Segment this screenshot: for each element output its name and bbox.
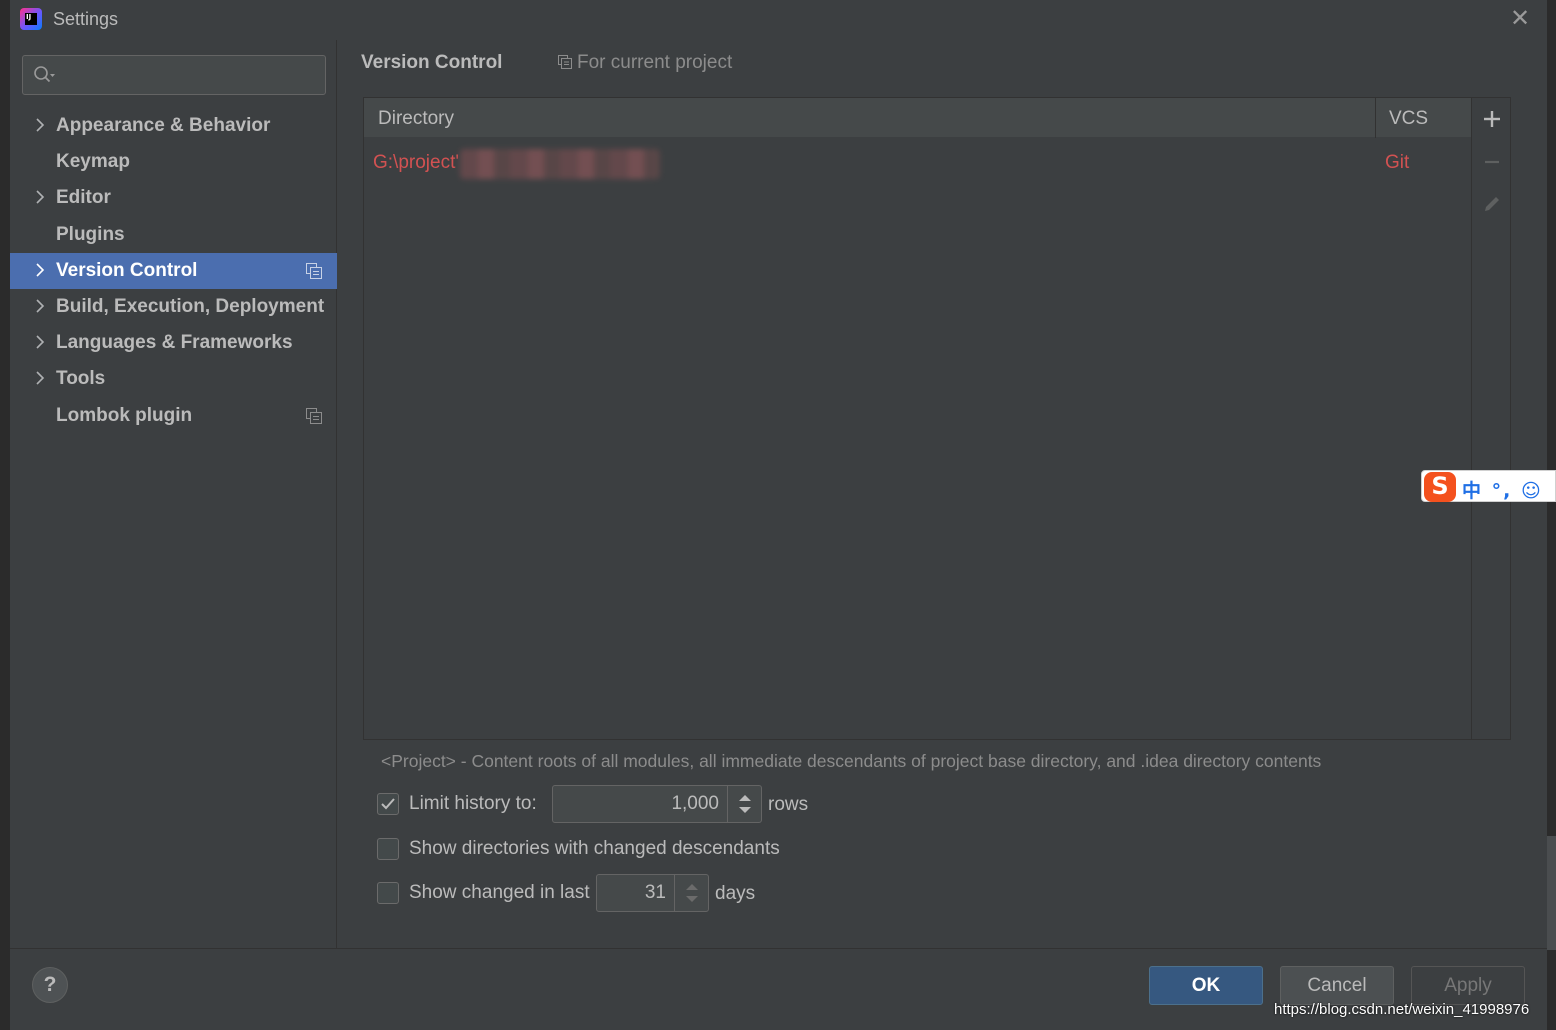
table-row[interactable]: G:\project' Git [364, 143, 1471, 181]
title-bar: IJ Settings ✕ [10, 0, 1547, 40]
sidebar-item-keymap[interactable]: Keymap [10, 144, 337, 180]
limit-history-checkbox[interactable] [377, 793, 399, 815]
project-hint-text: <Project> - Content roots of all modules… [381, 751, 1322, 771]
sidebar-item-appearance-behavior[interactable]: Appearance & Behavior [10, 108, 337, 144]
checkmark-icon [381, 798, 395, 810]
redacted-path-blur [460, 149, 660, 179]
table-toolbar [1471, 98, 1510, 739]
sidebar-item-tools[interactable]: Tools [10, 361, 337, 397]
scope-indicator: For current project [558, 52, 732, 74]
show-changed-checkbox[interactable] [377, 882, 399, 904]
sidebar-item-lombok-plugin[interactable]: Lombok plugin [10, 398, 337, 434]
page-title: Version Control [361, 52, 503, 73]
sidebar-item-label: Lombok plugin [56, 404, 193, 426]
days-unit-label: days [715, 883, 756, 904]
sidebar-item-plugins[interactable]: Plugins [10, 217, 337, 253]
apply-button[interactable]: Apply [1411, 966, 1525, 1005]
sidebar-item-label: Editor [56, 187, 111, 209]
scope-label: For current project [577, 52, 733, 73]
edit-mapping-button[interactable] [1481, 193, 1503, 215]
remove-mapping-button[interactable] [1481, 151, 1503, 173]
settings-nav-tree: Appearance & Behavior Keymap Editor Plugins… [10, 108, 337, 434]
pencil-icon [1485, 197, 1499, 211]
sidebar-item-build-execution-deployment[interactable]: Build, Execution, Deployment [10, 289, 337, 325]
spinner-arrows[interactable] [727, 786, 761, 822]
sidebar-item-label: Appearance & Behavior [56, 115, 271, 136]
sidebar-item-label: Tools [56, 368, 106, 390]
directory-cell[interactable]: G:\project' [373, 152, 459, 174]
column-header-vcs[interactable]: VCS [1389, 108, 1428, 130]
background-app-left-strip [0, 0, 9, 1030]
sidebar-item-languages-frameworks[interactable]: Languages & Frameworks [10, 325, 337, 361]
chevron-right-icon[interactable] [34, 118, 46, 132]
search-input[interactable] [63, 62, 318, 88]
show-dirs-label[interactable]: Show directories with changed descendant… [409, 838, 780, 860]
search-icon [34, 66, 55, 83]
show-changed-row: Show changed in last days [377, 874, 797, 918]
chevron-right-icon[interactable] [34, 335, 46, 349]
project-scope-icon [306, 262, 322, 279]
watermark-url: https://blog.csdn.net/weixin_41998976 [1274, 1001, 1530, 1018]
window-title: Settings [53, 9, 119, 29]
spinner-arrows[interactable] [674, 875, 708, 911]
plus-icon [1484, 111, 1500, 127]
settings-dialog: IJ Settings ✕ Appearance & Behavior Keyma… [9, 0, 1547, 1030]
show-dirs-checkbox[interactable] [377, 838, 399, 860]
table-header: Directory VCS [364, 98, 1471, 138]
vcs-cell[interactable]: Git [1385, 152, 1409, 174]
ime-status-text[interactable]: 中 °, ☺ [1462, 476, 1543, 503]
limit-history-row: Limit history to: rows [377, 784, 857, 828]
background-app-right-strip [1547, 0, 1556, 1030]
limit-history-input[interactable] [559, 791, 719, 817]
sidebar-item-editor[interactable]: Editor [10, 180, 337, 216]
chevron-right-icon[interactable] [34, 190, 46, 204]
sidebar-item-label: Build, Execution, Deployment [56, 295, 325, 317]
limit-history-label[interactable]: Limit history to: [409, 793, 537, 815]
chevron-right-icon[interactable] [34, 263, 46, 277]
settings-sidebar: Appearance & Behavior Keymap Editor Plugins… [10, 40, 337, 948]
spinner-up-down-icon [686, 884, 698, 902]
vcs-mappings-table: Directory VCS G:\project' Git [363, 97, 1511, 740]
close-icon[interactable]: ✕ [1507, 6, 1533, 32]
sogou-logo-icon: S [1424, 472, 1456, 502]
project-scope-icon [558, 55, 572, 69]
spinner-up-down-icon [739, 795, 751, 813]
ime-toolbar[interactable]: S 中 °, ☺ [1421, 470, 1556, 502]
add-mapping-button[interactable] [1481, 108, 1503, 130]
sidebar-item-label: Plugins [56, 223, 125, 245]
project-scope-icon [306, 407, 322, 424]
settings-content: Version Control For current project Dire… [337, 40, 1547, 948]
ok-button[interactable]: OK [1149, 966, 1263, 1005]
sidebar-item-label: Keymap [56, 151, 130, 173]
sidebar-item-label: Languages & Frameworks [56, 332, 293, 354]
show-changed-days-input[interactable] [603, 880, 666, 906]
column-header-directory[interactable]: Directory [378, 108, 454, 130]
settings-search-box[interactable] [22, 55, 326, 95]
background-scrollbar-thumb [1547, 836, 1556, 950]
rows-unit-label: rows [768, 794, 809, 815]
limit-history-spinner[interactable] [552, 785, 762, 823]
sidebar-item-label: Version Control [56, 259, 198, 281]
sidebar-item-version-control[interactable]: Version Control [10, 252, 337, 289]
show-changed-spinner[interactable] [596, 874, 709, 912]
help-button[interactable]: ? [32, 967, 68, 1003]
chevron-right-icon[interactable] [34, 371, 46, 385]
intellij-app-icon: IJ [20, 8, 42, 30]
cancel-button[interactable]: Cancel [1280, 966, 1394, 1005]
column-separator[interactable] [1375, 98, 1376, 138]
show-dirs-row: Show directories with changed descendant… [377, 829, 817, 873]
show-changed-label[interactable]: Show changed in last [409, 882, 590, 904]
chevron-right-icon[interactable] [34, 299, 46, 313]
minus-icon [1485, 160, 1499, 164]
